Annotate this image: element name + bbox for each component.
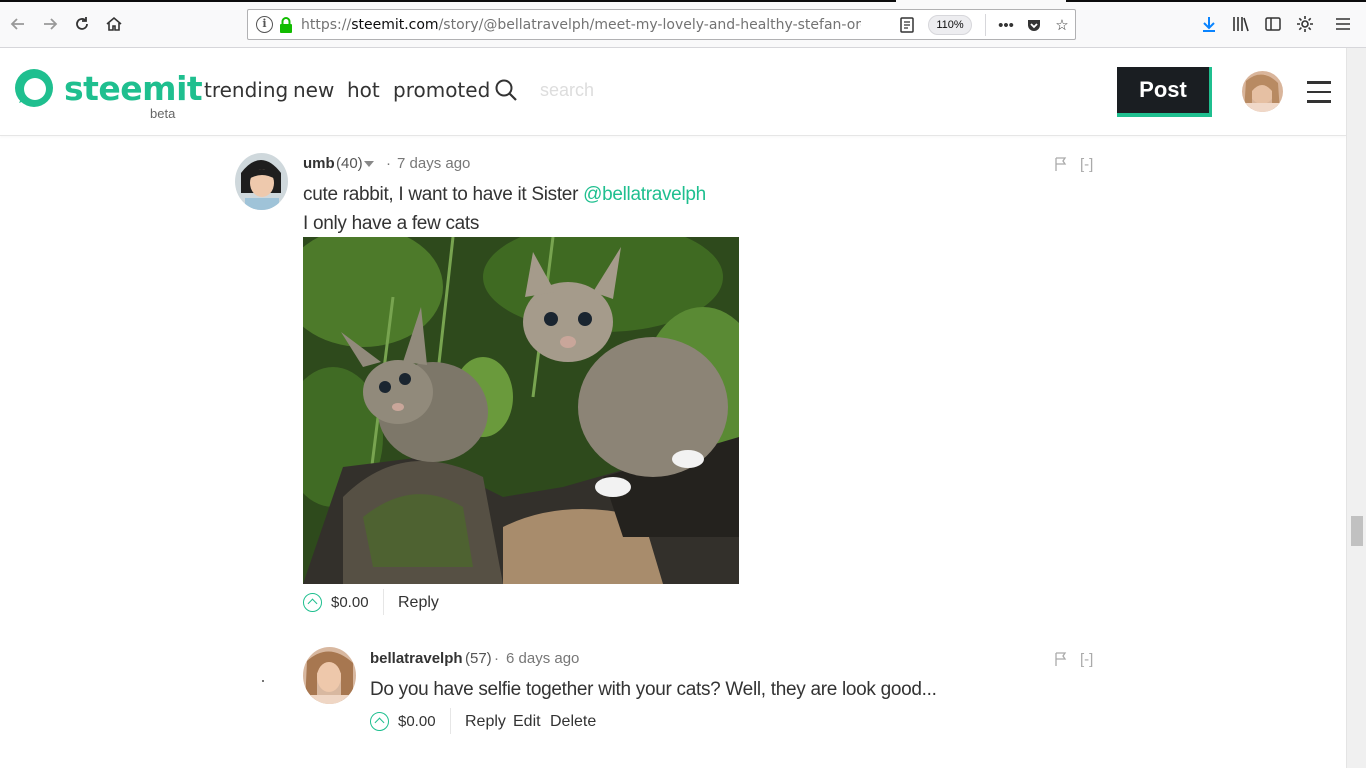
browser-toolbar: i https://steemit.com/story/@bellatravel… — [0, 0, 1366, 48]
nav-promoted[interactable]: promoted — [393, 78, 490, 102]
comment-author[interactable]: umb — [303, 155, 335, 172]
beta-label: beta — [150, 106, 176, 121]
post-button[interactable]: Post — [1117, 67, 1212, 117]
steemit-logo-text[interactable]: steemit — [64, 69, 203, 108]
flag-icon[interactable] — [1055, 157, 1067, 171]
meta-separator: · — [494, 650, 499, 667]
forward-icon[interactable] — [36, 10, 64, 38]
download-icon[interactable] — [1197, 12, 1221, 36]
reader-view-icon[interactable] — [899, 16, 915, 34]
author-reputation: (40) — [336, 155, 363, 172]
nav-hot[interactable]: hot — [347, 78, 380, 102]
upvote-icon[interactable] — [303, 593, 322, 612]
pocket-icon[interactable] — [1022, 14, 1046, 36]
reply-button[interactable]: Reply — [398, 594, 439, 612]
reply-indent-marker — [262, 680, 264, 682]
url-divider — [985, 14, 986, 36]
url-bar[interactable]: i https://steemit.com/story/@bellatravel… — [247, 9, 1076, 40]
edit-button[interactable]: Edit — [513, 713, 541, 731]
collapse-toggle[interactable]: [-] — [1080, 651, 1093, 668]
meta-separator: · — [386, 155, 391, 172]
payout-amount[interactable]: $0.00 — [398, 713, 436, 730]
site-menu-icon[interactable] — [1307, 81, 1331, 103]
user-mention-link[interactable]: @bellatravelph — [583, 184, 706, 205]
comment-timestamp[interactable]: 6 days ago — [506, 650, 579, 667]
more-actions-icon[interactable]: ••• — [994, 14, 1018, 36]
comment-author[interactable]: bellatravelph — [370, 650, 463, 667]
delete-button[interactable]: Delete — [550, 713, 596, 731]
url-prefix: https:// — [301, 17, 352, 33]
browser-tab-strip — [0, 0, 1366, 2]
lock-icon — [280, 17, 292, 33]
settings-gear-icon[interactable] — [1293, 12, 1317, 36]
action-divider — [383, 589, 384, 615]
comment-body-line: I only have a few cats — [303, 213, 480, 234]
library-icon[interactable] — [1229, 12, 1253, 36]
search-icon[interactable] — [494, 78, 518, 102]
info-icon[interactable]: i — [256, 16, 273, 33]
url-path: /story/@bellatravelph/meet-my-lovely-and… — [438, 17, 861, 33]
comment-body-line: cute rabbit, I want to have it Sister @b… — [303, 184, 706, 206]
url-domain: steemit.com — [351, 17, 439, 33]
home-icon[interactable] — [100, 10, 128, 38]
url-text[interactable]: https://steemit.com/story/@bellatravelph… — [301, 17, 861, 35]
commenter-avatar[interactable] — [303, 647, 356, 704]
comment-timestamp[interactable]: 7 days ago — [397, 155, 470, 172]
comment-text: cute rabbit, I want to have it Sister — [303, 184, 584, 205]
flag-icon[interactable] — [1055, 652, 1067, 666]
nav-trending[interactable]: trending — [204, 78, 288, 102]
site-header: steemit beta trending new hot promoted P… — [0, 48, 1346, 136]
browser-menu-icon[interactable] — [1331, 12, 1355, 36]
steemit-logo-icon[interactable] — [13, 67, 55, 109]
payout-amount[interactable]: $0.00 — [331, 594, 369, 611]
nav-new[interactable]: new — [293, 78, 334, 102]
comment-body-line: Do you have selfie together with your ca… — [370, 679, 937, 700]
bookmark-star-icon[interactable]: ☆ — [1050, 14, 1074, 36]
upvote-icon[interactable] — [370, 712, 389, 731]
zoom-indicator[interactable]: 110% — [928, 15, 972, 35]
reply-button[interactable]: Reply — [465, 713, 506, 731]
chevron-down-icon[interactable] — [364, 161, 374, 167]
page-scrollbar[interactable] — [1346, 48, 1366, 768]
commenter-avatar[interactable] — [235, 153, 288, 210]
search-input[interactable] — [540, 77, 740, 103]
scrollbar-thumb[interactable] — [1351, 516, 1363, 546]
collapse-toggle[interactable]: [-] — [1080, 156, 1093, 173]
action-divider — [450, 708, 451, 734]
reload-icon[interactable] — [68, 10, 96, 38]
kittens-photo[interactable] — [303, 237, 739, 584]
user-avatar[interactable] — [1242, 71, 1283, 112]
back-icon[interactable] — [4, 10, 32, 38]
sidebar-icon[interactable] — [1261, 12, 1285, 36]
author-reputation: (57) — [465, 650, 492, 667]
